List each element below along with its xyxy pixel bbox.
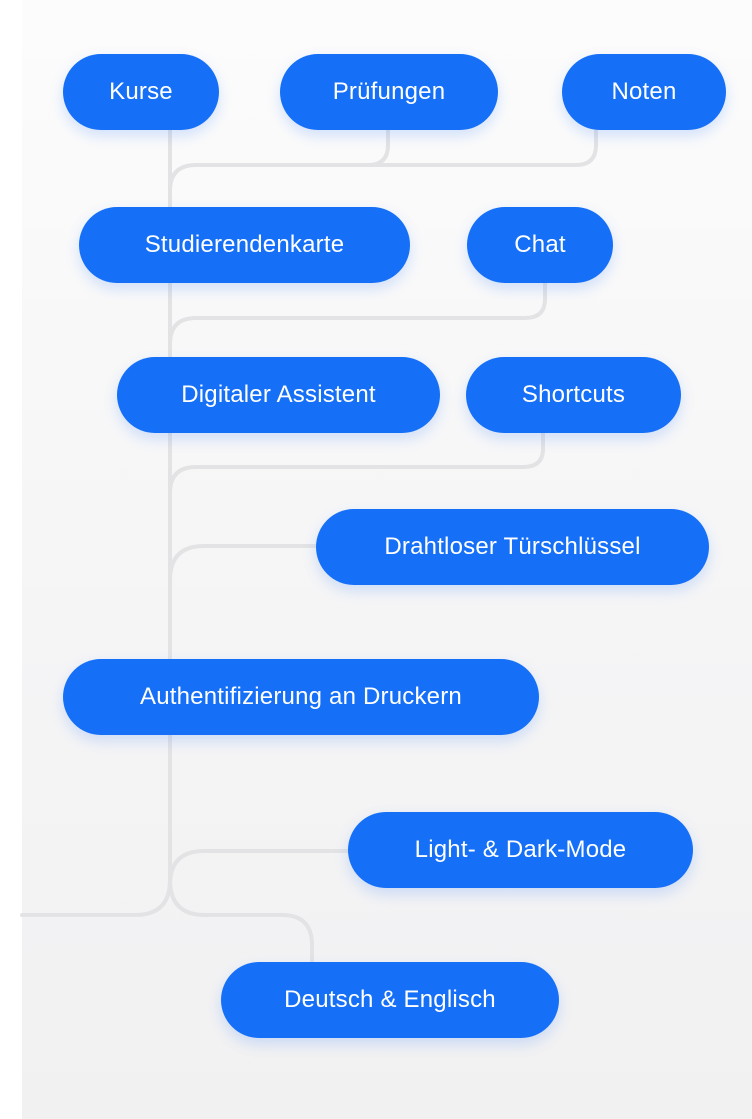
feature-pill-noten: Noten [562,54,726,130]
branch-noten [366,126,598,167]
feature-pill-shortcuts: Shortcuts [466,357,681,433]
branch-light-dark-mode [168,849,351,887]
feature-pill-digitaler-assistent: Digitaler Assistent [117,357,440,433]
branch-shortcuts [168,429,545,495]
branch-drahtloser-tuerschluessel [168,544,319,582]
feature-pill-deutsch-englisch: Deutsch & Englisch [221,962,559,1038]
feature-pill-kurse: Kurse [63,54,219,130]
feature-pill-studierendenkarte: Studierendenkarte [79,207,410,283]
branch-pruefungen [168,126,390,193]
feature-pill-authentifizierung: Authentifizierung an Druckern [63,659,539,735]
feature-pill-pruefungen: Prüfungen [280,54,498,130]
branch-deutsch-englisch [168,878,314,964]
feature-pill-chat: Chat [467,207,613,283]
feature-pill-light-dark-mode: Light- & Dark-Mode [348,812,693,888]
branch-chat [168,279,547,346]
feature-pill-drahtloser-tuerschluessel: Drahtloser Türschlüssel [316,509,709,585]
feature-tree-diagram: Kurse Prüfungen Noten Studierendenkarte … [0,0,752,1119]
